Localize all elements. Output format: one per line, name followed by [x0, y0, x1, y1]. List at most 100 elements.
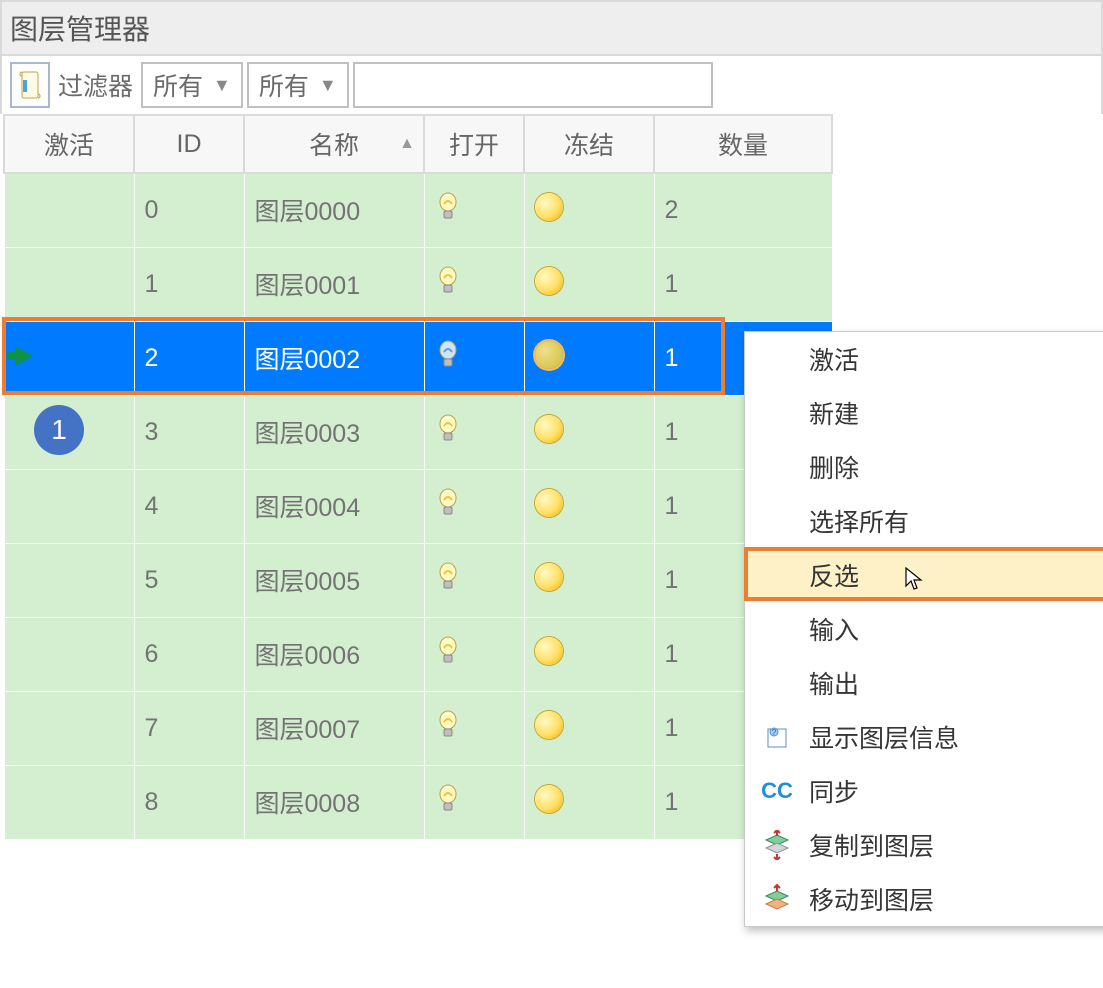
cell-open[interactable]: [424, 617, 524, 691]
cell-active[interactable]: [4, 469, 134, 543]
cell-open[interactable]: [424, 543, 524, 617]
cell-open[interactable]: [424, 173, 524, 247]
search-input[interactable]: [353, 62, 713, 108]
filter-combo-1-value: 所有: [153, 67, 203, 103]
context-menu-item[interactable]: 输出: [745, 656, 1103, 710]
cell-freeze[interactable]: [524, 247, 654, 321]
layer-manager-panel: 图层管理器 过滤器 所有 ▼ 所有 ▼ 激活 I: [0, 0, 1103, 840]
cell-active[interactable]: [4, 617, 134, 691]
cell-freeze[interactable]: [524, 469, 654, 543]
cell-freeze[interactable]: [524, 691, 654, 765]
sun-icon: [535, 785, 563, 813]
cell-open[interactable]: [424, 765, 524, 839]
cell-name[interactable]: 图层0001: [244, 247, 424, 321]
cell-id[interactable]: 7: [134, 691, 244, 765]
context-menu-item[interactable]: 删除: [745, 440, 1103, 494]
lightbulb-icon: [435, 636, 461, 666]
scroll-icon[interactable]: [10, 62, 50, 108]
cell-id[interactable]: 8: [134, 765, 244, 839]
cell-id[interactable]: 1: [134, 247, 244, 321]
cell-count[interactable]: 2: [654, 173, 832, 247]
filter-label: 过滤器: [54, 67, 137, 103]
lightbulb-icon: [435, 488, 461, 518]
context-menu-label: 选择所有: [809, 503, 1103, 539]
cell-name[interactable]: 图层0002: [244, 321, 424, 395]
cell-freeze[interactable]: [524, 395, 654, 469]
filter-combo-2[interactable]: 所有 ▼: [247, 62, 349, 108]
cell-freeze[interactable]: [524, 617, 654, 691]
cell-name[interactable]: 图层0003: [244, 395, 424, 469]
col-freeze[interactable]: 冻结: [524, 115, 654, 173]
cell-id[interactable]: 5: [134, 543, 244, 617]
cell-id[interactable]: 4: [134, 469, 244, 543]
context-menu-label: 显示图层信息: [809, 719, 1103, 755]
cell-id[interactable]: 6: [134, 617, 244, 691]
col-active[interactable]: 激活: [4, 115, 134, 173]
table-row[interactable]: 8 图层0008 1: [4, 765, 832, 839]
context-menu-item[interactable]: 复制到图层: [745, 818, 1103, 872]
col-count[interactable]: 数量: [654, 115, 832, 173]
table-row[interactable]: 2 图层0002 1: [4, 321, 832, 395]
cell-name[interactable]: 图层0004: [244, 469, 424, 543]
context-menu-item[interactable]: 选择所有: [745, 494, 1103, 548]
table-row[interactable]: 4 图层0004 1: [4, 469, 832, 543]
cell-open[interactable]: [424, 321, 524, 395]
cell-name[interactable]: 图层0000: [244, 173, 424, 247]
cell-active[interactable]: [4, 321, 134, 395]
cell-active[interactable]: [4, 691, 134, 765]
cell-open[interactable]: [424, 247, 524, 321]
context-menu-item[interactable]: 激活: [745, 332, 1103, 386]
cell-id[interactable]: 0: [134, 173, 244, 247]
layer-table: 激活 ID 名称 ▲ 打开 冻结 数量 0 图层0000 2 1: [3, 114, 833, 840]
table-row[interactable]: 1 图层0001 1: [4, 247, 832, 321]
context-menu-item[interactable]: 输入: [745, 602, 1103, 656]
cell-open[interactable]: [424, 395, 524, 469]
table-row[interactable]: 6 图层0006 1: [4, 617, 832, 691]
table-row[interactable]: 3 图层0003 1: [4, 395, 832, 469]
cell-open[interactable]: [424, 691, 524, 765]
table-row[interactable]: 5 图层0005 1: [4, 543, 832, 617]
sort-asc-icon: ▲: [399, 135, 415, 153]
active-arrow-icon: [15, 346, 33, 366]
cell-count[interactable]: 1: [654, 247, 832, 321]
chevron-down-icon: ▼: [213, 75, 231, 96]
table-row[interactable]: 7 图层0007 1: [4, 691, 832, 765]
table-row[interactable]: 0 图层0000 2: [4, 173, 832, 247]
sun-icon: [535, 267, 563, 295]
table-header-row: 激活 ID 名称 ▲ 打开 冻结 数量: [4, 115, 832, 173]
cell-name[interactable]: 图层0007: [244, 691, 424, 765]
col-name[interactable]: 名称 ▲: [244, 115, 424, 173]
cell-active[interactable]: [4, 247, 134, 321]
cell-id[interactable]: 2: [134, 321, 244, 395]
context-menu-label: 输出: [809, 665, 1103, 701]
toolbar: 过滤器 所有 ▼ 所有 ▼: [0, 56, 1103, 114]
context-menu-item[interactable]: CC 同步: [745, 764, 1103, 818]
cell-freeze[interactable]: [524, 765, 654, 839]
context-menu-item[interactable]: 移动到图层: [745, 872, 1103, 926]
context-menu-item[interactable]: 新建: [745, 386, 1103, 440]
sun-icon: [535, 637, 563, 665]
cell-freeze[interactable]: [524, 321, 654, 395]
filter-combo-1[interactable]: 所有 ▼: [141, 62, 243, 108]
cell-freeze[interactable]: [524, 173, 654, 247]
context-menu: 激活 新建 删除 选择所有 反选 输入 输出? 显示图层信息CC 同步 复: [744, 331, 1103, 927]
cell-active[interactable]: [4, 765, 134, 839]
context-menu-label: 新建: [809, 395, 1103, 431]
context-menu-label: 删除: [809, 449, 1103, 485]
col-id[interactable]: ID: [134, 115, 244, 173]
cell-freeze[interactable]: [524, 543, 654, 617]
sun-icon: [535, 341, 563, 369]
cell-active[interactable]: [4, 543, 134, 617]
cell-name[interactable]: 图层0008: [244, 765, 424, 839]
context-menu-item[interactable]: 反选: [745, 548, 1103, 602]
col-open[interactable]: 打开: [424, 115, 524, 173]
context-menu-item[interactable]: ? 显示图层信息: [745, 710, 1103, 764]
cell-active[interactable]: [4, 173, 134, 247]
cell-open[interactable]: [424, 469, 524, 543]
cell-active[interactable]: [4, 395, 134, 469]
sun-icon: [535, 563, 563, 591]
cell-name[interactable]: 图层0006: [244, 617, 424, 691]
cell-id[interactable]: 3: [134, 395, 244, 469]
cell-name[interactable]: 图层0005: [244, 543, 424, 617]
context-menu-label: 输入: [809, 611, 1103, 647]
